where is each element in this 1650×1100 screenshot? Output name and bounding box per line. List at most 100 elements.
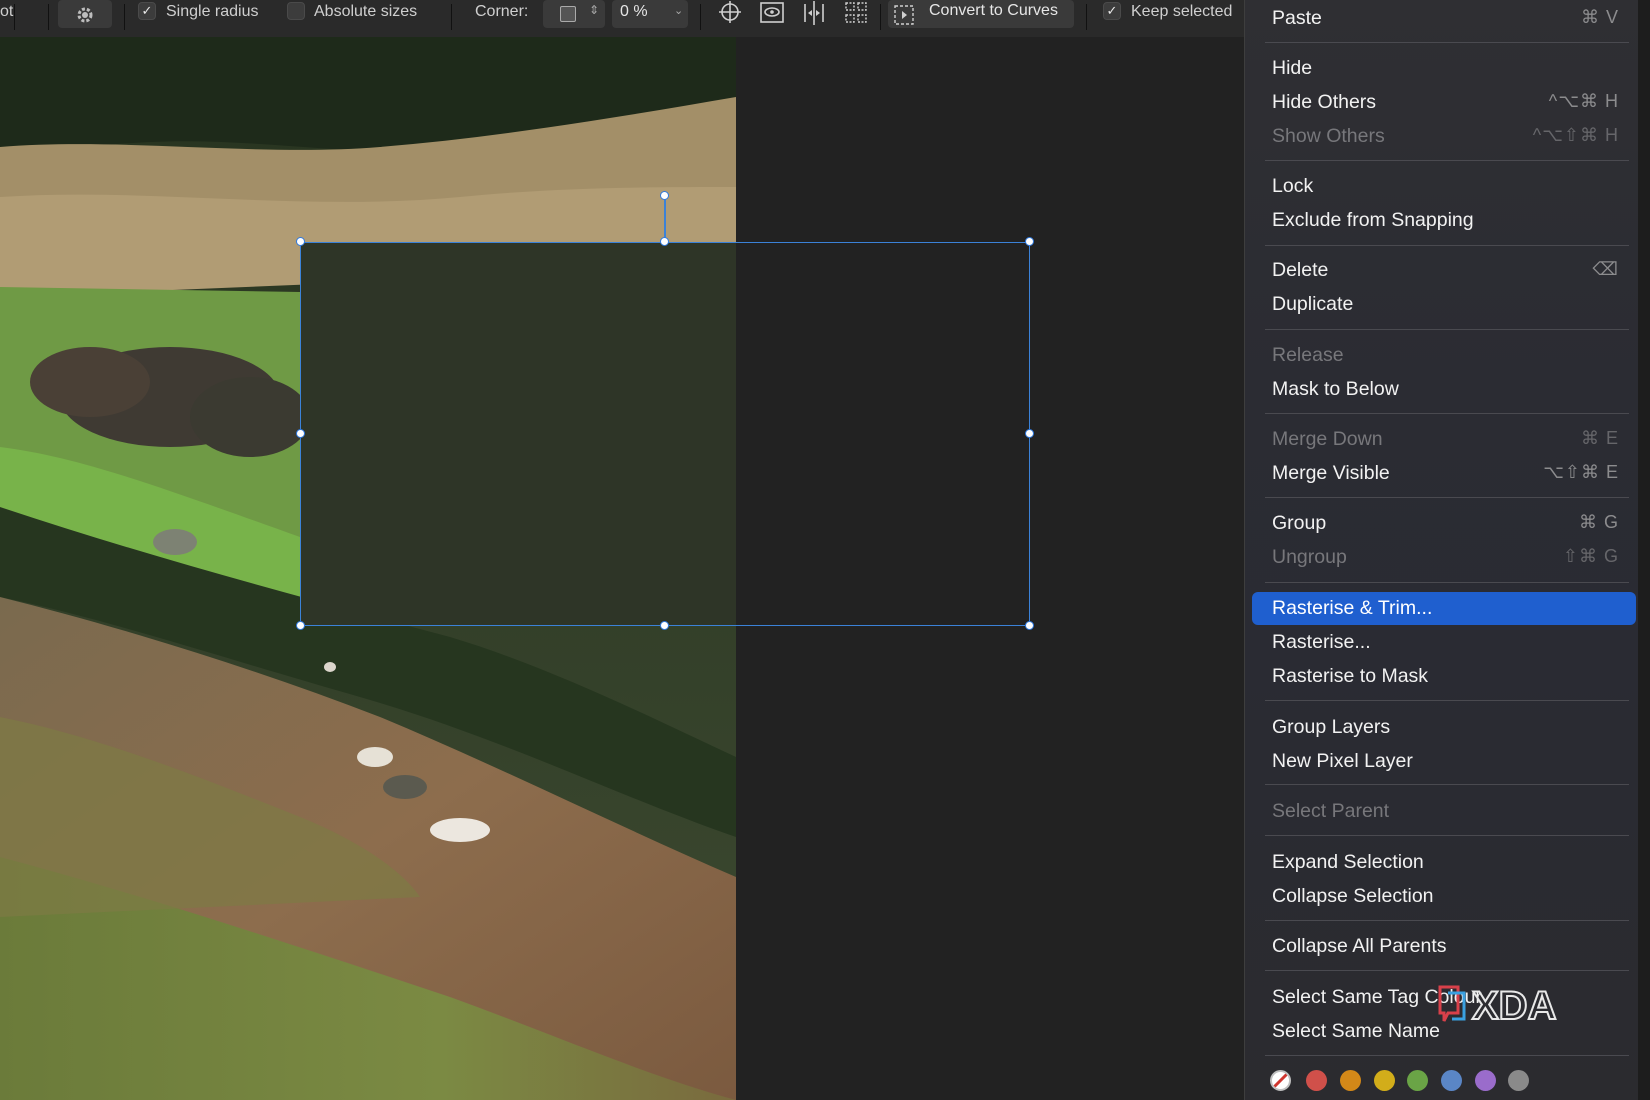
tag-colour-grey[interactable] xyxy=(1508,1070,1529,1091)
menu-item-label: Ungroup xyxy=(1272,546,1347,568)
toolbar-divider xyxy=(48,4,49,30)
tag-colour-yellow[interactable] xyxy=(1374,1070,1395,1091)
tag-colour-none[interactable] xyxy=(1270,1070,1291,1091)
menu-separator xyxy=(1265,1055,1629,1056)
menu-item-exclude-from-snapping[interactable]: Exclude from Snapping xyxy=(1252,204,1636,237)
rotation-handle[interactable] xyxy=(660,191,669,200)
menu-shortcut: ^⌥⌘ H xyxy=(1548,91,1619,111)
settings-button[interactable] xyxy=(58,0,112,28)
menu-item-lock[interactable]: Lock xyxy=(1252,170,1636,203)
xda-watermark: XDA xyxy=(1438,983,1588,1029)
menu-item-paste[interactable]: Paste ⌘ V xyxy=(1252,2,1636,35)
resize-handle-bottom[interactable] xyxy=(660,621,669,630)
context-menu: Paste ⌘ V Hide Hide Others ^⌥⌘ H Show Othe… xyxy=(1244,0,1638,1100)
selection-bounds xyxy=(300,242,1030,626)
selected-rectangle[interactable] xyxy=(300,242,1030,626)
crosshair-icon xyxy=(719,1,741,23)
distribute-icon xyxy=(845,2,867,23)
tag-colour-purple[interactable] xyxy=(1475,1070,1496,1091)
watermark-text: XDA xyxy=(1472,984,1556,1027)
menu-item-merge-down: Merge Down ⌘ E xyxy=(1252,423,1636,456)
menu-item-label: Hide Others xyxy=(1272,91,1377,113)
tag-colour-blue[interactable] xyxy=(1441,1070,1462,1091)
eye-frame-icon xyxy=(760,2,784,23)
single-radius-checkbox[interactable]: ✓ xyxy=(138,2,156,20)
menu-item-expand-selection[interactable]: Expand Selection xyxy=(1252,846,1636,879)
menu-item-collapse-selection[interactable]: Collapse Selection xyxy=(1252,880,1636,913)
menu-item-group[interactable]: Group ⌘ G xyxy=(1252,507,1636,540)
menu-item-rasterise[interactable]: Rasterise... xyxy=(1252,626,1636,659)
stepper-arrows-icon: ⇕ xyxy=(589,3,600,17)
tag-colour-orange[interactable] xyxy=(1340,1070,1361,1091)
corner-label: Corner: xyxy=(475,3,529,20)
menu-item-rasterise-and-trim[interactable]: Rasterise & Trim... xyxy=(1252,592,1636,625)
view-frame-button[interactable] xyxy=(757,0,787,28)
resize-handle-top-left[interactable] xyxy=(296,237,305,246)
align-center-button[interactable] xyxy=(799,0,829,28)
menu-separator xyxy=(1265,329,1629,330)
delete-key-icon: ⌫ xyxy=(1592,259,1619,279)
menu-item-label: Paste xyxy=(1272,7,1322,29)
menu-separator xyxy=(1265,582,1629,583)
document-canvas[interactable] xyxy=(0,37,1244,1100)
menu-item-rasterise-to-mask[interactable]: Rasterise to Mask xyxy=(1252,660,1636,693)
corner-value-field[interactable]: 0 % ⌄ xyxy=(612,0,688,28)
menu-separator xyxy=(1265,42,1629,43)
resize-handle-bottom-right[interactable] xyxy=(1025,621,1034,630)
menu-separator xyxy=(1265,497,1629,498)
resize-handle-top[interactable] xyxy=(660,237,669,246)
rotation-handle-line xyxy=(664,195,666,242)
menu-item-hide-others[interactable]: Hide Others ^⌥⌘ H xyxy=(1252,86,1636,119)
menu-item-label: Mask to Below xyxy=(1272,378,1399,400)
menu-item-new-pixel-layer[interactable]: New Pixel Layer xyxy=(1252,745,1636,778)
gear-icon xyxy=(77,7,93,23)
resize-handle-bottom-left[interactable] xyxy=(296,621,305,630)
menu-item-label: Expand Selection xyxy=(1272,851,1424,873)
menu-item-label: Merge Visible xyxy=(1272,462,1390,484)
snap-target-button[interactable] xyxy=(715,0,745,28)
menu-item-label: Group xyxy=(1272,512,1327,534)
single-radius-label: Single radius xyxy=(166,3,259,20)
tag-colour-red[interactable] xyxy=(1306,1070,1327,1091)
absolute-sizes-checkbox[interactable] xyxy=(287,2,305,20)
menu-separator xyxy=(1265,920,1629,921)
menu-item-label: Hide xyxy=(1272,57,1313,79)
menu-item-hide[interactable]: Hide xyxy=(1252,52,1636,85)
toolbar-divider xyxy=(880,4,881,30)
menu-item-collapse-all-parents[interactable]: Collapse All Parents xyxy=(1252,930,1636,963)
menu-separator xyxy=(1265,160,1629,161)
menu-separator xyxy=(1265,245,1629,246)
resize-handle-right[interactable] xyxy=(1025,429,1034,438)
menu-item-label: Rasterise... xyxy=(1272,631,1371,653)
menu-item-label: Exclude from Snapping xyxy=(1272,209,1474,231)
menu-item-delete[interactable]: Delete ⌫ xyxy=(1252,254,1636,287)
menu-item-label: Group Layers xyxy=(1272,716,1391,738)
menu-item-label: Select Same Name xyxy=(1272,1020,1440,1042)
keep-selected-checkbox[interactable]: ✓ xyxy=(1103,2,1121,20)
menu-item-merge-visible[interactable]: Merge Visible ⌥⇧⌘ E xyxy=(1252,457,1636,490)
menu-item-label: New Pixel Layer xyxy=(1272,750,1413,772)
toolbar-divider xyxy=(451,4,452,30)
align-center-icon xyxy=(804,1,824,25)
menu-item-mask-to-below[interactable]: Mask to Below xyxy=(1252,373,1636,406)
menu-item-group-layers[interactable]: Group Layers xyxy=(1252,711,1636,744)
menu-shortcut: ^⌥⇧⌘ H xyxy=(1532,125,1619,145)
chevron-down-icon: ⌄ xyxy=(674,5,684,17)
menu-shortcut: ⌥⇧⌘ E xyxy=(1543,462,1619,482)
menu-item-label: Rasterise to Mask xyxy=(1272,665,1429,687)
resize-handle-top-right[interactable] xyxy=(1025,237,1034,246)
menu-item-duplicate[interactable]: Duplicate xyxy=(1252,288,1636,321)
corner-type-select[interactable]: ⇕ xyxy=(543,0,605,28)
convert-to-curves-button[interactable]: Convert to Curves xyxy=(888,0,1074,28)
menu-item-label: Merge Down xyxy=(1272,428,1383,450)
resize-handle-left[interactable] xyxy=(296,429,305,438)
menu-item-label: Select Parent xyxy=(1272,800,1390,822)
menu-item-show-others: Show Others ^⌥⇧⌘ H xyxy=(1252,120,1636,153)
menu-item-ungroup: Ungroup ⇧⌘ G xyxy=(1252,541,1636,574)
toolbar-divider xyxy=(124,4,125,30)
distribute-button[interactable] xyxy=(841,0,871,28)
tag-colour-green[interactable] xyxy=(1407,1070,1428,1091)
keep-selected-label: Keep selected xyxy=(1131,3,1233,20)
menu-separator xyxy=(1265,835,1629,836)
absolute-sizes-label: Absolute sizes xyxy=(314,3,418,20)
